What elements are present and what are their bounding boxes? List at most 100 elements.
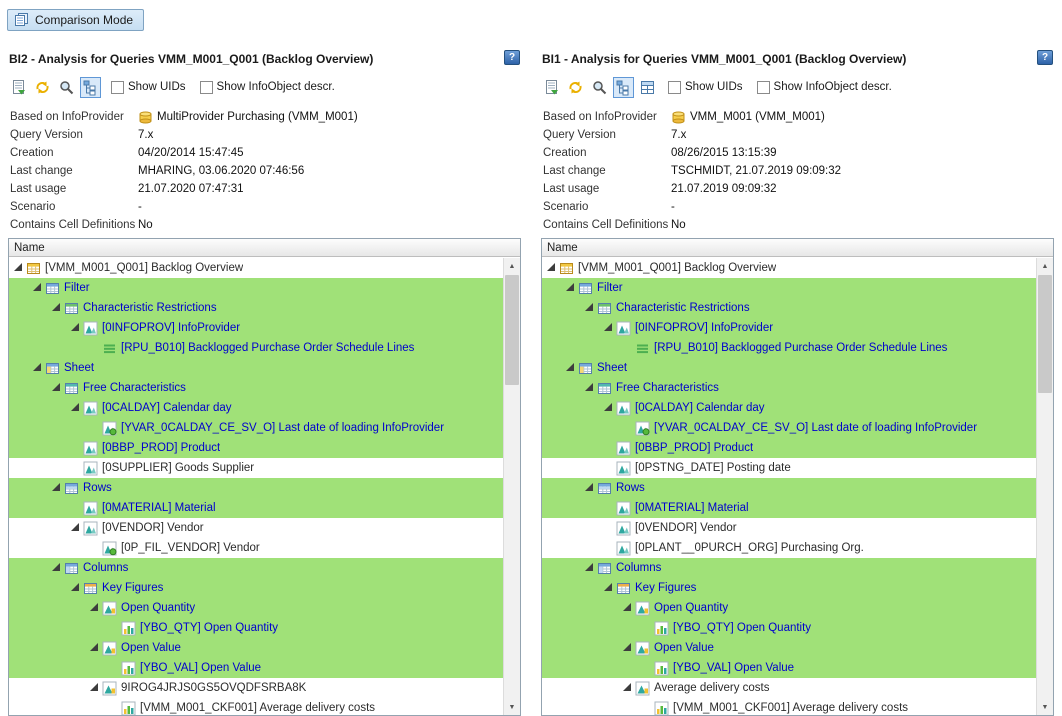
tree-item[interactable]: Rows — [9, 478, 503, 498]
collapse-triangle-icon[interactable] — [603, 406, 615, 411]
collapse-triangle-icon[interactable] — [51, 386, 63, 391]
tree-item[interactable]: [0BBP_PROD] Product — [542, 438, 1036, 458]
checkbox-box[interactable] — [111, 81, 124, 94]
search-icon[interactable] — [56, 77, 77, 98]
tree-item[interactable]: Filter — [542, 278, 1036, 298]
scroll-down-icon[interactable]: ▼ — [1037, 699, 1053, 715]
tree-scrollbar[interactable]: ▲ ▼ — [503, 258, 520, 715]
table-view-icon[interactable] — [637, 77, 658, 98]
show-uids-checkbox[interactable]: Show UIDs — [668, 81, 743, 94]
comparison-mode-button[interactable]: Comparison Mode — [7, 9, 144, 31]
tree-item[interactable]: Characteristic Restrictions — [542, 298, 1036, 318]
collapse-triangle-icon[interactable] — [565, 366, 577, 371]
scroll-up-icon[interactable]: ▲ — [504, 258, 520, 274]
checkbox-box[interactable] — [757, 81, 770, 94]
tree-item[interactable]: Sheet — [9, 358, 503, 378]
tree-item[interactable]: Free Characteristics — [542, 378, 1036, 398]
tree-item[interactable]: [0MATERIAL] Material — [9, 498, 503, 518]
tree-item[interactable]: Columns — [542, 558, 1036, 578]
tree-item[interactable]: [RPU_B010] Backlogged Purchase Order Sch… — [9, 338, 503, 358]
collapse-triangle-icon[interactable] — [603, 326, 615, 331]
tree-item[interactable]: [0PLANT__0PURCH_ORG] Purchasing Org. — [542, 538, 1036, 558]
collapse-triangle-icon[interactable] — [70, 586, 82, 591]
collapse-triangle-icon[interactable] — [89, 686, 101, 691]
scrollbar-thumb[interactable] — [505, 275, 519, 385]
search-icon[interactable] — [589, 77, 610, 98]
collapse-triangle-icon[interactable] — [70, 526, 82, 531]
collapse-triangle-icon[interactable] — [565, 286, 577, 291]
tree-item[interactable]: [0VENDOR] Vendor — [9, 518, 503, 538]
collapse-triangle-icon[interactable] — [70, 406, 82, 411]
display-query-icon[interactable] — [541, 77, 562, 98]
tree-item[interactable]: Rows — [542, 478, 1036, 498]
collapse-triangle-icon[interactable] — [603, 586, 615, 591]
expand-subtree-icon[interactable] — [613, 77, 634, 98]
scroll-up-icon[interactable]: ▲ — [1037, 258, 1053, 274]
tree-item[interactable]: Key Figures — [542, 578, 1036, 598]
tree-item[interactable]: [0SUPPLIER] Goods Supplier — [9, 458, 503, 478]
tree-item[interactable]: [0VENDOR] Vendor — [542, 518, 1036, 538]
tree-item[interactable]: Columns — [9, 558, 503, 578]
tree-item[interactable]: [0CALDAY] Calendar day — [9, 398, 503, 418]
tree-item[interactable]: [VMM_M001_Q001] Backlog Overview — [542, 258, 1036, 278]
tree-item[interactable]: Average delivery costs — [542, 678, 1036, 698]
collapse-triangle-icon[interactable] — [32, 286, 44, 291]
tree-item[interactable]: Filter — [9, 278, 503, 298]
tree-item[interactable]: Characteristic Restrictions — [9, 298, 503, 318]
tree-item[interactable]: [0PSTNG_DATE] Posting date — [542, 458, 1036, 478]
collapse-triangle-icon[interactable] — [13, 266, 25, 271]
scrollbar-thumb[interactable] — [1038, 275, 1052, 393]
tree-item[interactable]: [YBO_QTY] Open Quantity — [542, 618, 1036, 638]
tree-item[interactable]: [YVAR_0CALDAY_CE_SV_O] Last date of load… — [9, 418, 503, 438]
show-uids-checkbox[interactable]: Show UIDs — [111, 81, 186, 94]
tree-item[interactable]: [YBO_QTY] Open Quantity — [9, 618, 503, 638]
show-infoobject-descr-checkbox[interactable]: Show InfoObject descr. — [200, 81, 335, 94]
show-infoobject-descr-checkbox[interactable]: Show InfoObject descr. — [757, 81, 892, 94]
tree-item[interactable]: Open Quantity — [542, 598, 1036, 618]
tree-item[interactable]: [0CALDAY] Calendar day — [542, 398, 1036, 418]
collapse-triangle-icon[interactable] — [70, 326, 82, 331]
tree-item[interactable]: Open Quantity — [9, 598, 503, 618]
collapse-triangle-icon[interactable] — [89, 606, 101, 611]
tree-item[interactable]: [RPU_B010] Backlogged Purchase Order Sch… — [542, 338, 1036, 358]
tree-item[interactable]: 9IROG4JRJS0GS5OVQDFSRBA8K — [9, 678, 503, 698]
collapse-triangle-icon[interactable] — [89, 646, 101, 651]
tree-item[interactable]: [0INFOPROV] InfoProvider — [9, 318, 503, 338]
tree-item[interactable]: [YBO_VAL] Open Value — [9, 658, 503, 678]
tree-item[interactable]: [YVAR_0CALDAY_CE_SV_O] Last date of load… — [542, 418, 1036, 438]
collapse-triangle-icon[interactable] — [546, 266, 558, 271]
collapse-triangle-icon[interactable] — [584, 306, 596, 311]
tree-item[interactable]: [VMM_M001_CKF001] Average delivery costs — [9, 698, 503, 715]
collapse-triangle-icon[interactable] — [622, 606, 634, 611]
collapse-triangle-icon[interactable] — [622, 646, 634, 651]
collapse-triangle-icon[interactable] — [584, 566, 596, 571]
help-icon[interactable]: ? — [504, 50, 520, 65]
tree-item[interactable]: Free Characteristics — [9, 378, 503, 398]
tree-item[interactable]: Open Value — [542, 638, 1036, 658]
tree-item[interactable]: Sheet — [542, 358, 1036, 378]
tree-item[interactable]: [YBO_VAL] Open Value — [542, 658, 1036, 678]
tree-scrollbar[interactable]: ▲ ▼ — [1036, 258, 1053, 715]
tree-item[interactable]: [0BBP_PROD] Product — [9, 438, 503, 458]
checkbox-box[interactable] — [668, 81, 681, 94]
collapse-triangle-icon[interactable] — [32, 366, 44, 371]
tree-item[interactable]: [0P_FIL_VENDOR] Vendor — [9, 538, 503, 558]
collapse-triangle-icon[interactable] — [51, 566, 63, 571]
collapse-triangle-icon[interactable] — [51, 306, 63, 311]
expand-subtree-icon[interactable] — [80, 77, 101, 98]
collapse-triangle-icon[interactable] — [584, 386, 596, 391]
collapse-triangle-icon[interactable] — [51, 486, 63, 491]
collapse-triangle-icon[interactable] — [622, 686, 634, 691]
tree-item[interactable]: Open Value — [9, 638, 503, 658]
tree-item[interactable]: Key Figures — [9, 578, 503, 598]
checkbox-box[interactable] — [200, 81, 213, 94]
refresh-queries-icon[interactable] — [565, 77, 586, 98]
tree-item[interactable]: [VMM_M001_CKF001] Average delivery costs — [542, 698, 1036, 715]
collapse-triangle-icon[interactable] — [584, 486, 596, 491]
display-query-icon[interactable] — [8, 77, 29, 98]
tree-item[interactable]: [VMM_M001_Q001] Backlog Overview — [9, 258, 503, 278]
scroll-down-icon[interactable]: ▼ — [504, 699, 520, 715]
refresh-queries-icon[interactable] — [32, 77, 53, 98]
help-icon[interactable]: ? — [1037, 50, 1053, 65]
tree-item[interactable]: [0MATERIAL] Material — [542, 498, 1036, 518]
